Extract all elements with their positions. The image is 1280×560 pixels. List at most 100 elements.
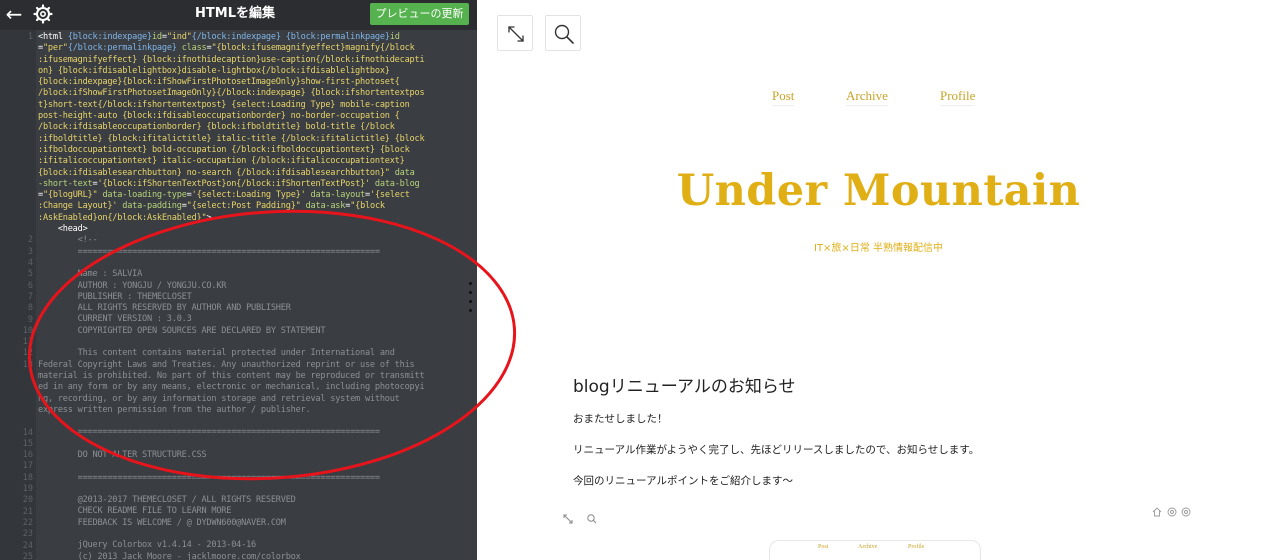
code-token: class (181, 43, 207, 54)
code-line: Federal Copyright Laws and Treaties. Any… (38, 360, 470, 371)
mini-expand-icon[interactable] (563, 514, 573, 524)
code-token: This content contains material protected… (38, 348, 395, 359)
code-token: "{block (350, 201, 385, 212)
code-token: on} {block:ifdisablelightbox}disable-lig… (38, 65, 390, 76)
site-title[interactable]: Under Mountain (477, 166, 1280, 216)
code-token: ========================================… (38, 472, 380, 483)
line-number: 14 (22, 427, 33, 438)
code-line: :ifboldtitle} {block:ifitalictitle} ital… (38, 134, 470, 145)
nav-link-archive[interactable]: Archive (846, 88, 888, 106)
mini-search-icon[interactable] (587, 514, 597, 524)
code-token: data-layout (310, 190, 366, 201)
theme-preview-panel: Post Archive Profile Under Mountain IT×旅… (477, 0, 1280, 560)
update-preview-button[interactable]: プレビューの更新 (370, 3, 469, 25)
code-line: ========================================… (38, 427, 470, 438)
post-action-icons (1152, 504, 1197, 518)
code-line: CHECK README FILE TO LEARN MORE (38, 506, 470, 517)
post-paragraph: おまたせしました！ (573, 413, 668, 425)
code-token: /block:ifShowFirstPhotosetImageOnly}{/bl… (38, 88, 425, 99)
code-token: :ifitalicoccupationtext} italic-occupati… (38, 156, 405, 167)
nav-link-post[interactable]: Post (772, 88, 795, 106)
code-token: '{block:ifShortenTextPost}on{/block:ifSh… (97, 178, 370, 189)
code-token: {/block:permalinkpage} (67, 43, 182, 54)
code-token: jQuery Colorbox v1.4.14 - 2013-04-16 (38, 540, 257, 551)
resize-handle[interactable] (468, 278, 474, 318)
line-number: 5 (27, 269, 33, 280)
code-token: > (206, 212, 212, 223)
code-line: @2013-2017 THEMECLOSET / ALL RIGHTS RESE… (38, 495, 470, 506)
code-token: data-blog (374, 178, 420, 189)
code-line: FEEDBACK IS WELCOME / @ DYDWN600@NAVER.C… (38, 518, 470, 529)
code-token: -short-text (38, 178, 93, 189)
line-number: 24 (22, 540, 33, 551)
code-area[interactable]: <html {block:indexpage}id="ind"{/block:i… (38, 32, 470, 560)
like-icon[interactable] (1167, 507, 1177, 517)
code-token: COPYRIGHTED OPEN SOURCES ARE DECLARED BY… (38, 325, 326, 336)
code-token: CHECK README FILE TO LEARN MORE (38, 506, 232, 517)
code-token: "ind" (166, 32, 192, 42)
line-number: 20 (22, 495, 33, 506)
mini-nav-profile[interactable]: Profile (908, 544, 924, 550)
code-token: '{select:Loading Type}' (191, 190, 306, 201)
code-line: DO NOT ALTER STRUCTURE.CSS (38, 450, 470, 461)
diagonal-arrows-icon (508, 26, 524, 42)
code-token: express written permission from the auth… (38, 404, 311, 415)
line-number: 16 (22, 450, 33, 461)
line-number: 22 (22, 517, 33, 528)
blog-post: blogリニューアルのお知らせ おまたせしました！ リニューアル作業がようやく完… (573, 372, 1193, 488)
code-token: ========================================… (38, 246, 380, 257)
code-token: :ifboldtitle} {block:ifitalictitle} ital… (38, 133, 425, 144)
line-number: 11 (22, 337, 33, 348)
top-nav: Post Archive Profile (477, 88, 1280, 108)
mini-nav-preview: Post Archive Profile (769, 540, 981, 560)
code-token: @2013-2017 THEMECLOSET / ALL RIGHTS RESE… (38, 495, 296, 506)
code-token: t}short-text{/block:ifshortentextpost} {… (38, 99, 410, 110)
line-number: 6 (27, 280, 33, 291)
code-line: ="{blogURL}" data-loading-type='{select:… (38, 190, 470, 201)
code-line: -short-text='{block:ifShortenTextPost}on… (38, 179, 470, 190)
code-line: ="per"{/block:permalinkpage} class="{blo… (38, 43, 470, 54)
line-number: 4 (27, 258, 33, 268)
search-button[interactable] (545, 15, 581, 51)
code-line: ========================================… (38, 473, 470, 484)
line-number: 12 (22, 348, 33, 359)
line-number-gutter: 1 2 3 4 5 6 7 8 9 10 11 12 13 14 15 16 17 18 19 20 21 22 23 24 2… (0, 30, 36, 560)
code-line: This content contains material protected… (38, 348, 470, 359)
mini-nav-post[interactable]: Post (818, 544, 828, 550)
html-editor-panel: ← HTMLを編集 プレビューの更新 1 2 3 4 5 6 7 8 9 10 11 12 13 14 15… (0, 0, 477, 560)
code-token: "{block:ifusemagnifyeffect}magnify{/bloc… (211, 43, 415, 54)
code-token: post-height-auto {block:ifdisableoccupat… (38, 111, 400, 122)
code-line: post-height-auto {block:ifdisableoccupat… (38, 111, 470, 122)
code-line: on} {block:ifdisablelightbox}disable-lig… (38, 66, 470, 77)
handle-dot (469, 291, 472, 294)
mini-nav-archive[interactable]: Archive (858, 544, 877, 550)
code-token: CURRENT VERSION : 3.0.3 (38, 314, 192, 325)
code-token: /block:ifdisableoccupationborder} {block… (38, 122, 395, 133)
code-token: "{blogURL}" (42, 190, 98, 201)
code-token: {block:indexpage}{block:ifShowFirstPhoto… (38, 77, 400, 88)
line-number: 17 (22, 461, 33, 472)
code-token: <!-- (38, 235, 98, 246)
mini-toolbar (561, 510, 601, 528)
line-number: 8 (27, 303, 33, 314)
code-line: ed in any form or by any means, electron… (38, 382, 470, 393)
code-line: :ifitalicoccupationtext} italic-occupati… (38, 156, 470, 167)
code-token: AUTHOR : YONGJU / YONGJU.CO.KR (38, 280, 227, 291)
post-title[interactable]: blogリニューアルのお知らせ (573, 372, 1193, 397)
code-token: {block:indexpage} (67, 32, 152, 42)
code-token: <head> (38, 224, 88, 235)
post-paragraph: リニューアル作業がようやく完了し、先ほどリリースしましたので、お知らせします。 (573, 444, 980, 456)
line-number: 18 (22, 472, 33, 483)
code-line: CURRENT VERSION : 3.0.3 (38, 314, 470, 325)
settings-icon[interactable] (1181, 507, 1191, 517)
code-line: (c) 2013 Jack Moore - jacklmoore.com/col… (38, 552, 470, 560)
nav-link-profile[interactable]: Profile (940, 88, 976, 106)
home-icon[interactable] (1152, 507, 1162, 517)
line-number: 23 (22, 529, 33, 540)
expand-button[interactable] (497, 15, 533, 51)
code-token: DO NOT ALTER STRUCTURE.CSS (38, 449, 207, 460)
